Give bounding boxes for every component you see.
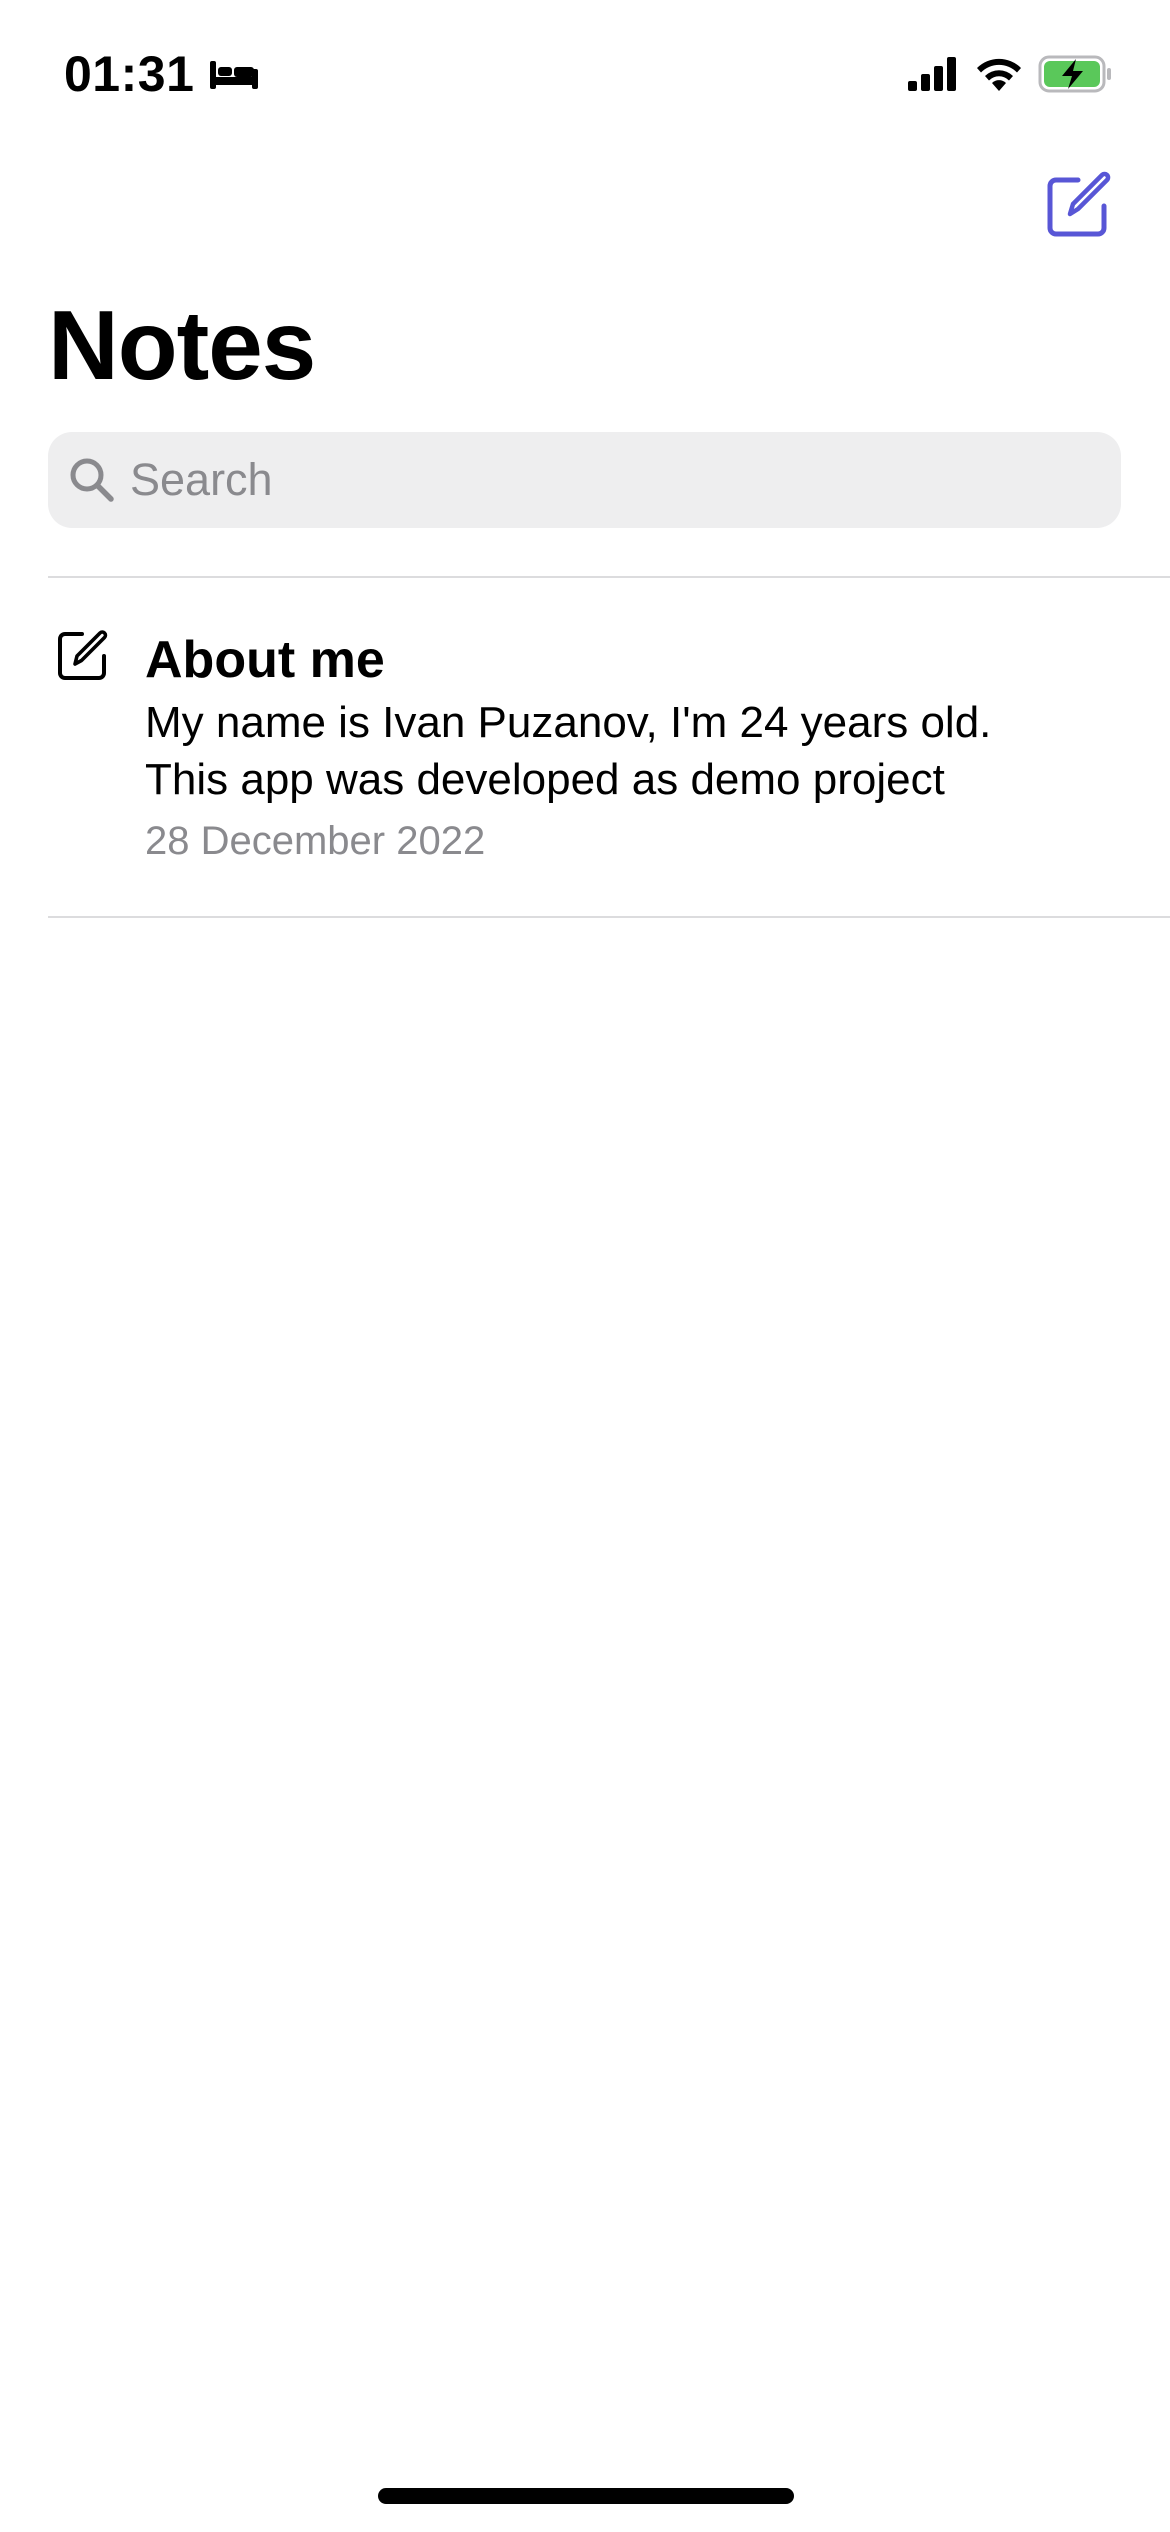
compose-icon <box>1047 171 1111 237</box>
notes-screen: 01:31 Notes Search About me My name is I… <box>0 0 1170 2532</box>
battery-charging-icon <box>1038 54 1114 94</box>
note-title: About me <box>145 631 385 689</box>
status-right <box>906 52 1114 96</box>
search-icon <box>68 456 116 504</box>
status-left: 01:31 <box>64 44 260 104</box>
bed-icon <box>208 57 260 91</box>
status-bar: 01:31 <box>0 0 1170 150</box>
note-preview: My name is Ivan Puzanov, I'm 24 years ol… <box>145 698 992 804</box>
page-title: Notes <box>48 290 316 400</box>
wifi-icon <box>974 55 1024 93</box>
compose-button[interactable] <box>1044 170 1114 240</box>
list-bottom-divider <box>48 916 1170 918</box>
status-time: 01:31 <box>64 46 195 102</box>
search-bar[interactable] <box>48 432 1121 528</box>
search-input[interactable] <box>130 440 1090 520</box>
home-indicator[interactable] <box>378 2488 794 2504</box>
note-edit-icon <box>56 628 110 682</box>
note-list-item[interactable]: About me My name is Ivan Puzanov, I'm 24… <box>0 578 1170 916</box>
note-date: 28 December 2022 <box>145 819 486 863</box>
cellular-signal-icon <box>906 55 960 93</box>
